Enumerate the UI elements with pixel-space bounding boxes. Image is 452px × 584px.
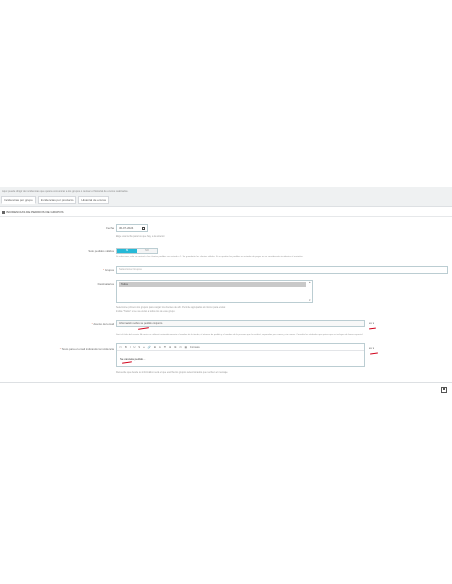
editor-toolbar: <> B I U S ≡ 🔗 ⊞ A ☰ ⊟ ⊠ ⊡ ▦ Formats: [117, 344, 364, 351]
asunto-label: * Asunto del email: [92, 322, 114, 326]
destinatarios-option-todos[interactable]: Todos: [119, 282, 306, 287]
list-icon: [2, 210, 5, 214]
texto-label-text: Texto para el email indicando la inciden…: [61, 347, 114, 351]
formats-dropdown[interactable]: Formats: [190, 346, 200, 349]
date-label: Fecha: [106, 226, 114, 230]
table-insert-button[interactable]: ⊠: [174, 346, 176, 349]
destinatarios-help-2: Indica "Todos" si se va enviar a todos l…: [116, 310, 176, 313]
tab-historial-envios[interactable]: Historial de envíos: [78, 196, 110, 204]
destinatarios-label: Destinatarios: [97, 282, 114, 286]
grupos-label-text: Grupos: [104, 268, 114, 272]
toggle-off[interactable]: NO: [137, 249, 157, 253]
bold-button[interactable]: B: [125, 346, 127, 349]
tab-incidencias-grupo[interactable]: Incidencias por grupo: [1, 196, 36, 204]
pedidos-validos-toggle[interactable]: SÍ NO: [116, 248, 158, 254]
indent-button[interactable]: ⊟: [169, 346, 171, 349]
link-icon[interactable]: 🔗: [148, 346, 151, 349]
date-help: Elige una fecha para los que hay, a la a…: [116, 235, 166, 238]
destinatarios-select[interactable]: Todos ▲ ▼: [116, 280, 313, 303]
lang-code: es: [369, 347, 372, 350]
scroll-down-icon[interactable]: ▼: [309, 299, 311, 302]
table-icon[interactable]: ⊞: [154, 346, 156, 349]
pedidos-validos-label: Solo pedidos válidos: [88, 249, 114, 253]
asunto-help: Será el título del asunto. Al enviar se …: [116, 334, 363, 336]
strikethrough-button[interactable]: S: [138, 346, 140, 349]
editor-body[interactable]: Se cancela pedido...: [120, 357, 145, 361]
panel-divider: [0, 216, 452, 217]
scroll-up-icon[interactable]: ▲: [309, 281, 311, 284]
texto-lang-button[interactable]: es ▾: [369, 347, 374, 350]
chevron-down-icon: ▾: [372, 322, 375, 325]
panel-title: INCIDENCIAS DE PEDIDOS DE GRUPOS: [6, 210, 64, 214]
rich-text-editor[interactable]: <> B I U S ≡ 🔗 ⊞ A ☰ ⊟ ⊠ ⊡ ▦ Formats Se …: [116, 343, 365, 367]
grupos-select[interactable]: Seleccionar Grupos: [116, 266, 448, 274]
asunto-lang-button[interactable]: es ▾: [369, 322, 374, 325]
source-code-button[interactable]: <>: [119, 346, 122, 349]
lang-code: es: [369, 322, 372, 325]
align-button[interactable]: ≡: [143, 346, 145, 349]
asunto-label-text: Asunto del email: [93, 322, 114, 326]
tab-incidencias-producto[interactable]: Incidencias por producto: [37, 196, 77, 204]
destinatarios-help-1: Seleccione primero los grupos para carga…: [116, 306, 226, 309]
chevron-down-icon: ▾: [372, 347, 375, 350]
panel-footer: [0, 382, 452, 395]
pedidos-validos-help: Si selecciona, solo se enviará a los cli…: [116, 256, 304, 258]
date-input[interactable]: 30-07-2024: [116, 224, 148, 232]
texto-help: Recuerde que desde su informático será e…: [116, 371, 229, 374]
grupos-label: * Grupos: [103, 268, 114, 272]
toggle-on[interactable]: SÍ: [117, 249, 137, 253]
underline-button[interactable]: U: [134, 346, 136, 349]
italic-button[interactable]: I: [130, 346, 131, 349]
texto-label: * Texto para el email indicando la incid…: [60, 347, 114, 351]
text-color-button[interactable]: A: [159, 346, 161, 349]
tab-bar: Incidencias por grupo Incidencias por pr…: [1, 196, 110, 204]
panel-heading: INCIDENCIAS DE PEDIDOS DE GRUPOS: [2, 210, 64, 214]
asunto-input[interactable]: Información sobre su pedido conjunto: [116, 320, 365, 327]
image-icon[interactable]: ⊡: [179, 346, 181, 349]
save-icon[interactable]: [441, 387, 447, 393]
intro-text: Aquí puede dirigir de incidencias que qu…: [2, 190, 129, 193]
media-icon[interactable]: ▦: [185, 346, 187, 349]
date-value: 30-07-2024: [119, 226, 134, 230]
calendar-icon[interactable]: [142, 226, 145, 230]
list-button[interactable]: ☰: [164, 346, 166, 349]
